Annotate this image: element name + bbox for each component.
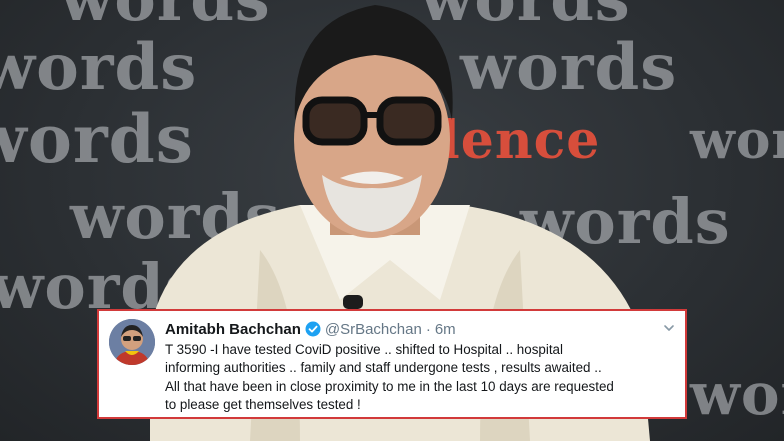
verified-badge-icon [305,321,321,337]
separator-dot: · [425,320,431,338]
tweet-header: Amitabh Bachchan @SrBachchan · 6m [165,319,657,339]
tweet-timestamp[interactable]: 6m [435,321,456,338]
tweet-text-line: All that have been in close proximity to… [165,378,614,394]
avatar[interactable] [109,319,155,365]
author-name[interactable]: Amitabh Bachchan [165,321,301,338]
avatar-image [109,319,155,365]
tweet-card: Amitabh Bachchan @SrBachchan · 6m T 3590… [97,309,687,419]
tweet-text-line: to please get themselves tested ! [165,397,361,413]
author-handle[interactable]: @SrBachchan [325,321,422,338]
tweet-text-line: T 3590 -I have tested CoviD positive .. … [165,342,563,357]
tweet-text: T 3590 -I have tested CoviD positive .. … [165,341,670,415]
tweet-text-line: informing authorities .. family and staf… [165,360,602,376]
chevron-down-icon[interactable] [663,321,675,333]
